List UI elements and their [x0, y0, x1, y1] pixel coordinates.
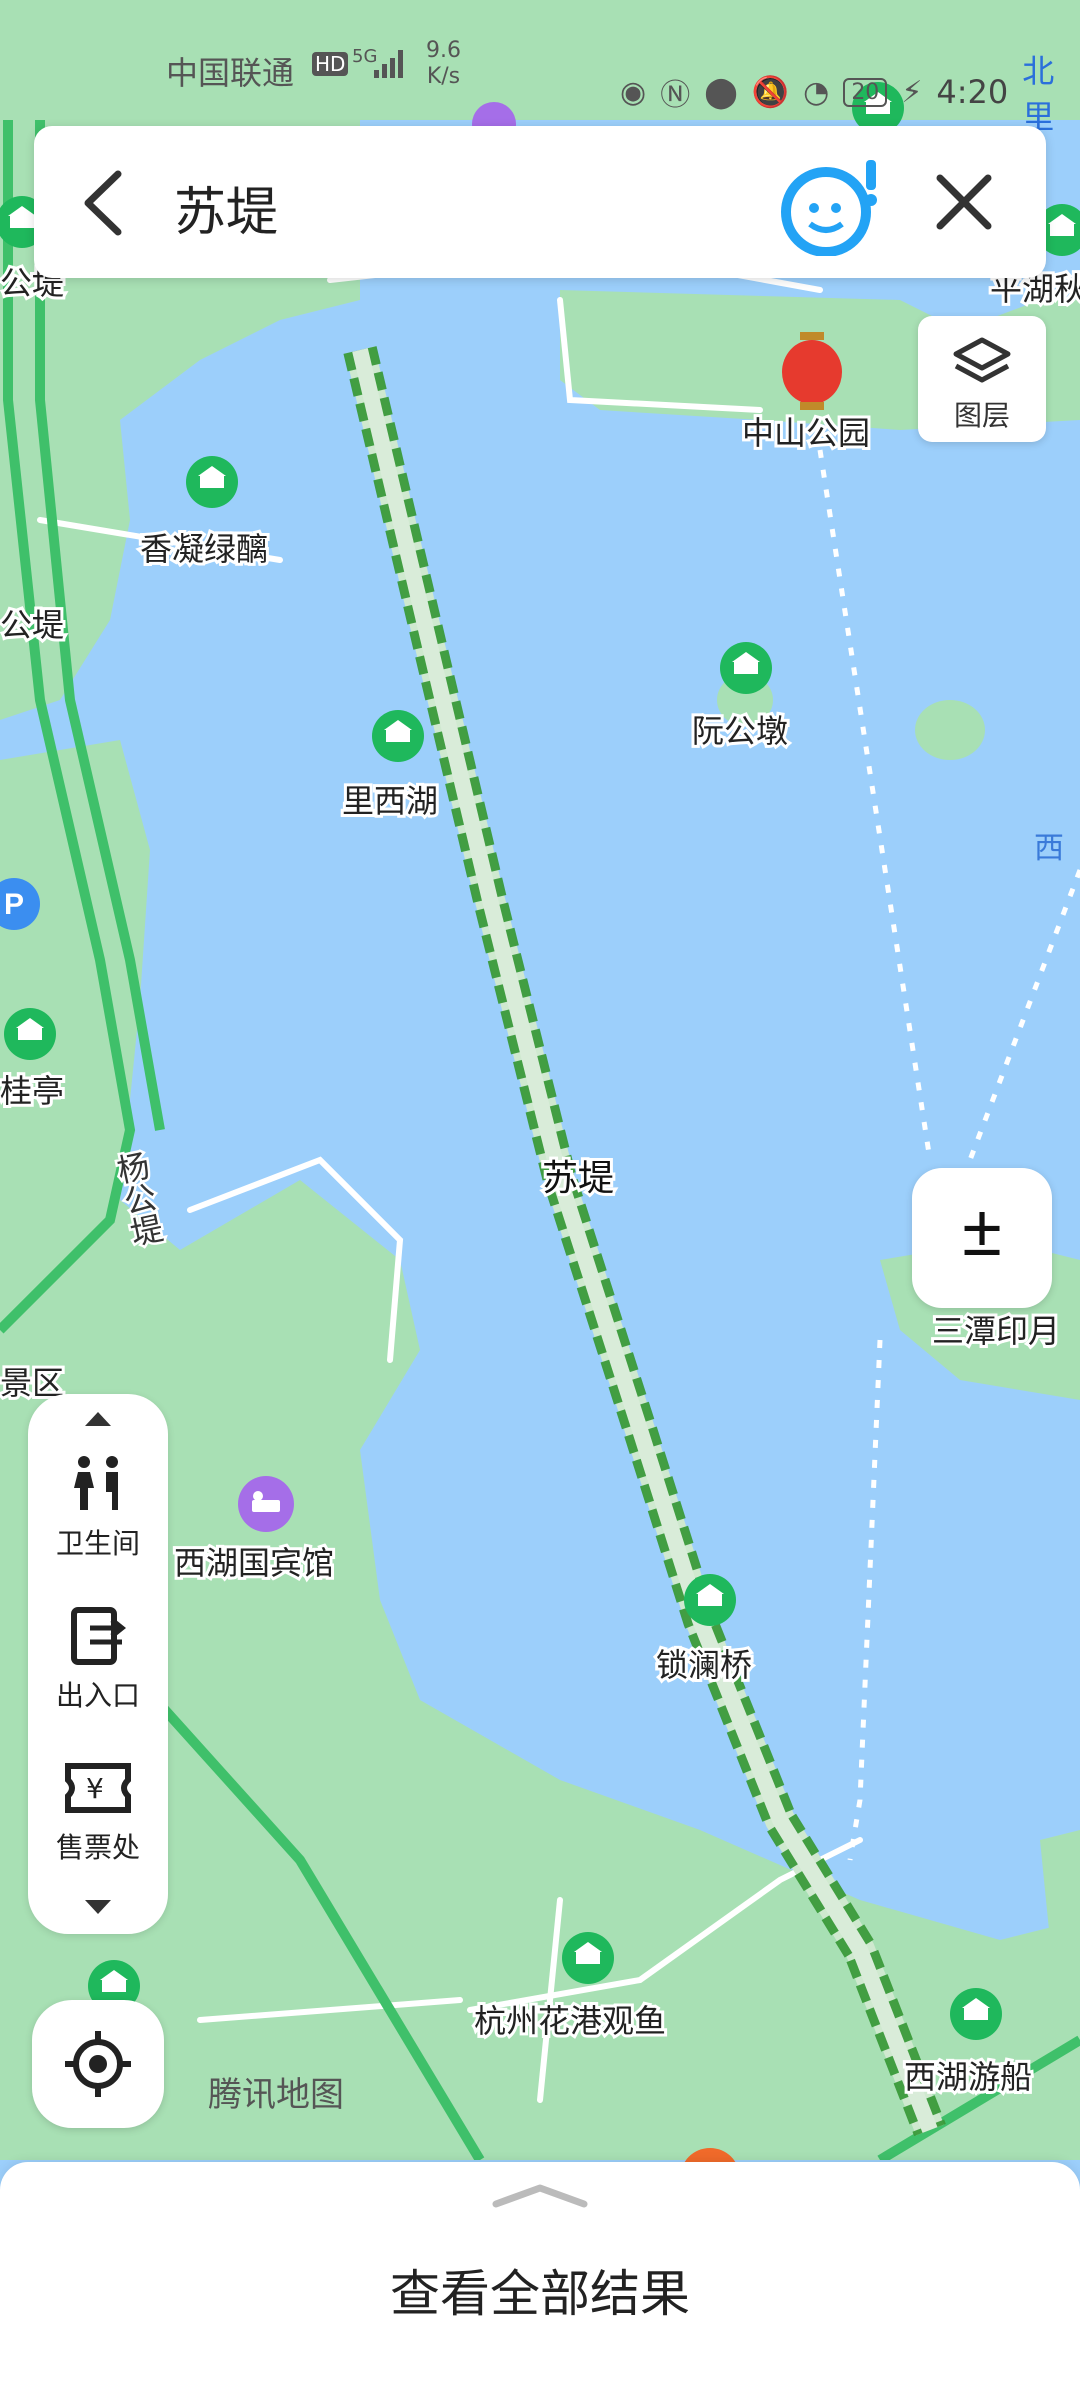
- label-xi-partial: 西: [1034, 831, 1064, 866]
- city-label: 北里: [1022, 52, 1055, 136]
- filter-ticket[interactable]: ¥ 售票处: [28, 1758, 168, 1866]
- scroll-up-icon[interactable]: [83, 1408, 113, 1428]
- charging-icon: ⚡: [901, 74, 923, 110]
- hotel-icon[interactable]: [238, 1476, 294, 1532]
- ticket-icon: ¥: [65, 1763, 131, 1813]
- label-lixihu: 里西湖: [342, 782, 438, 820]
- entrance-exit-icon: [71, 1607, 127, 1665]
- label-huagang: 杭州花港观鱼: [474, 2002, 666, 2040]
- filter-entrance[interactable]: 出入口: [28, 1606, 168, 1714]
- poi-lixihu-icon[interactable]: [372, 710, 424, 762]
- mute-icon: 🔕: [751, 74, 790, 110]
- view-all-results-button[interactable]: 查看全部结果: [0, 2254, 1080, 2326]
- filter-label: 卫生间: [55, 1527, 140, 1560]
- layers-label: 图层: [953, 399, 1010, 432]
- label-youchuan: 西湖游船: [904, 2058, 1032, 2096]
- scroll-down-icon[interactable]: [83, 1898, 113, 1918]
- label-santanyinyue: 三潭印月: [932, 1312, 1060, 1350]
- results-sheet[interactable]: 查看全部结果: [0, 2162, 1080, 2400]
- poi-guiting-icon[interactable]: [4, 1008, 56, 1060]
- carrier-name: 中国联通: [166, 54, 295, 92]
- restroom-icon: [74, 1456, 118, 1510]
- search-query[interactable]: 苏堤: [174, 170, 278, 245]
- speed-icon: ◔: [803, 74, 830, 110]
- poi-youchuan-icon[interactable]: [950, 1988, 1002, 2040]
- zoom-button[interactable]: ±: [912, 1168, 1052, 1308]
- zoom-label: ±: [962, 1191, 1002, 1271]
- filter-label: 出入口: [55, 1679, 140, 1712]
- map-watermark: 腾讯地图: [208, 2076, 344, 2114]
- label-guiting: 桂亭: [0, 1072, 64, 1110]
- poi-filter-panel: 卫生间 出入口 ¥ 售票处: [28, 1394, 168, 1934]
- clock: 4:20: [936, 73, 1009, 111]
- poi-huagang-icon[interactable]: [562, 1932, 614, 1984]
- nfc-icon: Ⓝ: [660, 78, 691, 113]
- label-xiangning: 香凝绿醨: [140, 530, 268, 568]
- net-speed: 9.6 K/s: [426, 38, 461, 89]
- label-route: 苏堤: [542, 1158, 614, 1199]
- close-icon[interactable]: [932, 170, 996, 234]
- search-bar[interactable]: 苏堤: [34, 126, 1046, 278]
- battery-indicator: 20: [843, 77, 888, 107]
- svg-text:¥: ¥: [86, 1772, 104, 1805]
- poi-suolanqiao-icon[interactable]: [684, 1574, 736, 1626]
- label-suolanqiao: 锁澜桥: [656, 1646, 752, 1684]
- filter-restroom[interactable]: 卫生间: [28, 1454, 168, 1562]
- hd-badge: HD: [312, 52, 349, 76]
- label-left-gongdi2: 公堤: [0, 606, 64, 644]
- layers-icon: [953, 337, 1011, 383]
- locate-icon: [65, 2031, 131, 2097]
- eye-icon: ◉: [620, 74, 647, 110]
- assistant-icon[interactable]: [774, 156, 884, 256]
- back-arrow-icon[interactable]: [74, 168, 134, 238]
- status-bar: 中国联通 HD 5G 9.6 K/s ◉ Ⓝ ⬤ 🔕 ◔ 20 ⚡ 4:20 北…: [0, 0, 1080, 136]
- chevron-up-icon[interactable]: [490, 2180, 590, 2210]
- poi-xiangning-icon[interactable]: [186, 456, 238, 508]
- locate-button[interactable]: [32, 2000, 164, 2128]
- signal-bars-icon: [374, 50, 403, 78]
- label-ruangongdun: 阮公墩: [692, 712, 788, 750]
- poi-ruangongdun-icon[interactable]: [720, 642, 772, 694]
- location-icon: ⬤: [704, 74, 738, 110]
- label-zhongshan-park: 中山公园: [742, 414, 870, 452]
- label-xihu-binguan: 西湖国宾馆: [174, 1544, 334, 1582]
- svg-text:P: P: [4, 888, 24, 921]
- filter-label: 售票处: [55, 1831, 140, 1864]
- layers-button[interactable]: 图层: [918, 316, 1046, 442]
